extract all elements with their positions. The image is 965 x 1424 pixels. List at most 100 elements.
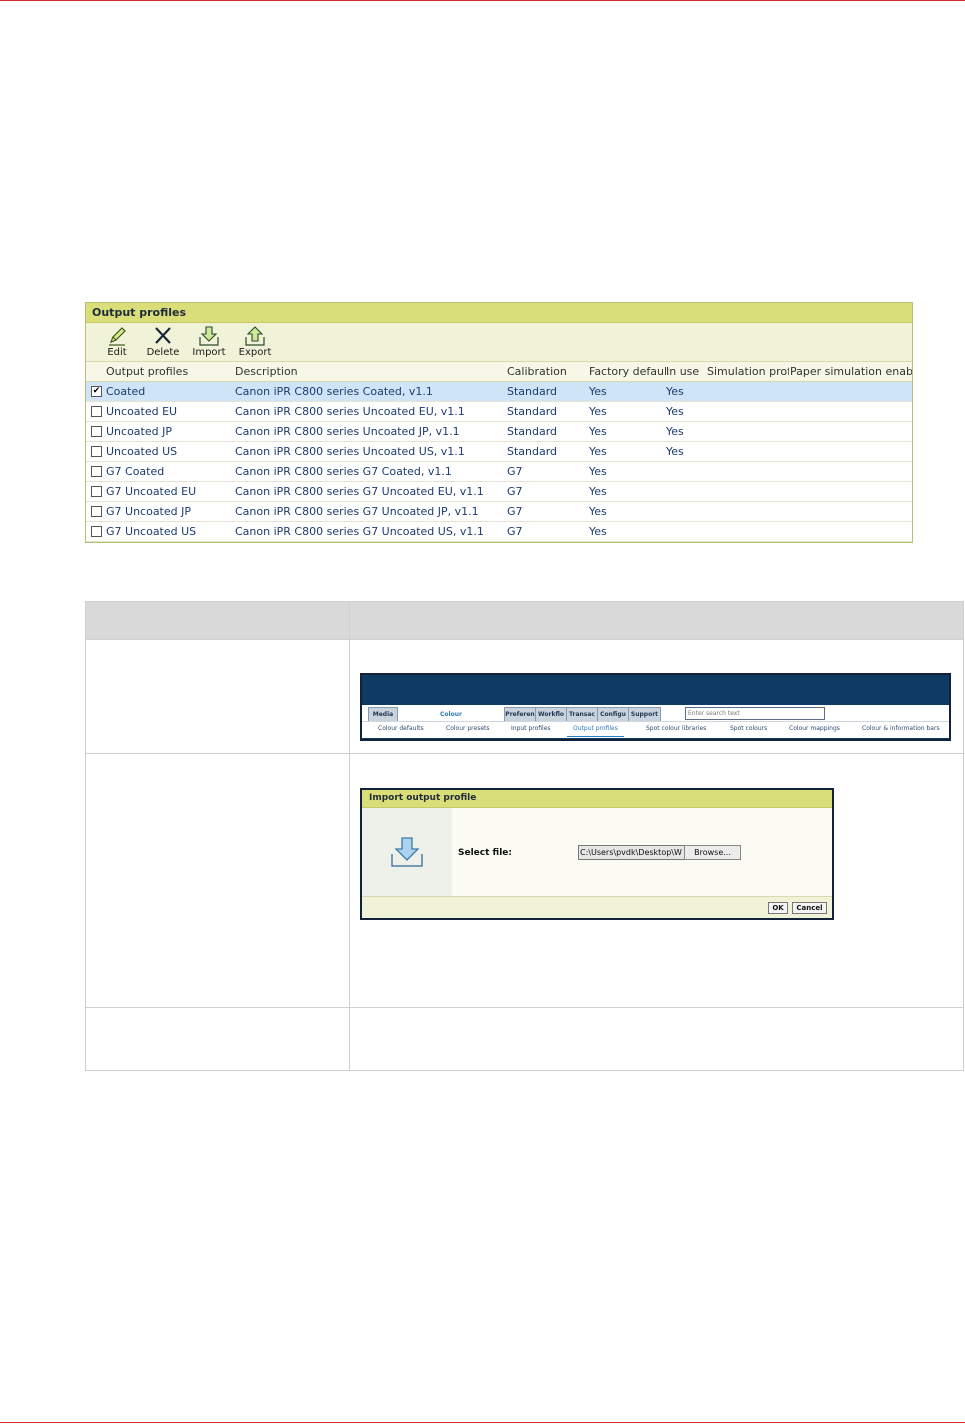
subtab-colour-information-bars[interactable]: Colour & information bars	[862, 722, 940, 736]
table-row[interactable]: G7 Coated Canon iPR C800 series G7 Coated…	[86, 462, 912, 482]
toolbar: Edit Delete Import Export	[86, 323, 912, 362]
cell-name: G7 Uncoated JP	[106, 505, 191, 518]
export-icon	[245, 326, 265, 346]
key-operator-link[interactable]: Key operator	[899, 707, 938, 720]
sub-tab-bar: Colour defaults Colour presets Input pro…	[362, 721, 949, 738]
table-row[interactable]: G7 Uncoated EU Canon iPR C800 series G7 U…	[86, 482, 912, 502]
table-row[interactable]: Uncoated EU Canon iPR C800 series Uncoate…	[86, 402, 912, 422]
subtab-output-profiles[interactable]: Output profiles	[567, 722, 624, 737]
dialog-footer: OK Cancel	[362, 896, 832, 918]
tab-support[interactable]: Support	[628, 707, 661, 722]
subtab-spot-colour-libraries[interactable]: Spot colour libraries	[646, 722, 706, 736]
import-dialog: Import output profile Select file: C:\Us…	[360, 788, 834, 920]
export-label: Export	[238, 347, 272, 358]
cell-in-use: Yes	[666, 445, 684, 458]
select-file-label: Select file:	[458, 848, 513, 858]
cell-description: Canon iPR C800 series Coated, v1.1	[235, 385, 433, 398]
ok-button[interactable]: OK	[768, 902, 788, 914]
delete-x-icon	[155, 327, 171, 344]
row-checkbox[interactable]: ✔	[91, 386, 102, 397]
row-checkbox[interactable]	[91, 486, 102, 497]
table-cell	[85, 639, 350, 754]
cell-description: Canon iPR C800 series G7 Uncoated JP, v1…	[235, 505, 479, 518]
column-header[interactable]: In use	[666, 362, 706, 381]
table-cell	[85, 1007, 350, 1071]
cancel-button[interactable]: Cancel	[792, 902, 827, 914]
subtab-input-profiles[interactable]: Input profiles	[511, 722, 551, 736]
column-header[interactable]: Calibration	[507, 362, 585, 381]
cell-name: Uncoated JP	[106, 425, 172, 438]
cell-factory-default: Yes	[589, 405, 607, 418]
cell-in-use: Yes	[666, 425, 684, 438]
column-header-row: Output profiles Description Calibration …	[86, 362, 912, 382]
cell-factory-default: Yes	[589, 425, 607, 438]
delete-label: Delete	[146, 347, 180, 358]
cell-calibration: Standard	[507, 405, 558, 418]
dialog-title: Import output profile	[362, 790, 832, 808]
tab-media[interactable]: Media	[368, 707, 398, 722]
cell-factory-default: Yes	[589, 445, 607, 458]
table-row[interactable]: ✔ Coated Canon iPR C800 series Coated, v1.…	[86, 382, 912, 402]
table-row	[85, 1007, 964, 1071]
table-row[interactable]: Uncoated US Canon iPR C800 series Uncoate…	[86, 442, 912, 462]
cell-in-use: Yes	[666, 405, 684, 418]
panel-title: Output profiles	[86, 303, 912, 323]
row-checkbox[interactable]	[91, 406, 102, 417]
import-label: Import	[192, 347, 226, 358]
column-header[interactable]: Output profiles	[106, 362, 230, 381]
subtab-colour-mappings[interactable]: Colour mappings	[789, 722, 840, 736]
cell-description: Canon iPR C800 series Uncoated US, v1.1	[235, 445, 465, 458]
tab-colour[interactable]: Colour	[398, 707, 504, 722]
table-cell	[85, 753, 350, 1008]
file-path-input[interactable]: C:\Users\pvdk\Desktop\W	[578, 845, 685, 860]
profiles-list: ✔ Coated Canon iPR C800 series Coated, v1.…	[86, 382, 912, 542]
cell-factory-default: Yes	[589, 465, 607, 478]
page-top-rule	[0, 0, 965, 1]
cell-description: Canon iPR C800 series Uncoated EU, v1.1	[235, 405, 465, 418]
tab-workflow[interactable]: Workflo	[535, 707, 567, 722]
row-checkbox[interactable]	[91, 526, 102, 537]
column-header[interactable]: Description	[235, 362, 503, 381]
table-row[interactable]: Uncoated JP Canon iPR C800 series Uncoate…	[86, 422, 912, 442]
dialog-icon-panel	[362, 808, 452, 896]
tab-configuration[interactable]: Configu	[597, 707, 629, 722]
row-checkbox[interactable]	[91, 426, 102, 437]
column-header[interactable]: Simulation profil	[707, 362, 789, 381]
table-row[interactable]: G7 Uncoated JP Canon iPR C800 series G7 U…	[86, 502, 912, 522]
remote-manager-link[interactable]: Remote Manager	[829, 707, 880, 720]
cell-factory-default: Yes	[589, 505, 607, 518]
import-icon	[391, 837, 423, 867]
subtab-spot-colours[interactable]: Spot colours	[730, 722, 767, 736]
cell-name: G7 Coated	[106, 465, 165, 478]
search-input[interactable]: Enter search text	[685, 707, 825, 720]
row-checkbox[interactable]	[91, 466, 102, 477]
tab-transactions[interactable]: Transac	[566, 707, 598, 722]
row-checkbox[interactable]	[91, 506, 102, 517]
subtab-colour-defaults[interactable]: Colour defaults	[378, 722, 424, 736]
cell-calibration: Standard	[507, 445, 558, 458]
cell-description: Canon iPR C800 series Uncoated JP, v1.1	[235, 425, 460, 438]
cell-name: G7 Uncoated EU	[106, 485, 197, 498]
import-button[interactable]: Import	[186, 325, 232, 361]
table-header-cell	[349, 601, 964, 640]
cell-calibration: G7	[507, 505, 523, 518]
export-button[interactable]: Export	[232, 325, 278, 361]
page-bottom-rule	[0, 1422, 965, 1423]
cell-factory-default: Yes	[589, 525, 607, 538]
row-checkbox[interactable]	[91, 446, 102, 457]
cell-description: Canon iPR C800 series G7 Coated, v1.1	[235, 465, 452, 478]
column-header[interactable]: Paper simulation enabled	[790, 362, 912, 381]
cell-name: Uncoated US	[106, 445, 178, 458]
delete-button[interactable]: Delete	[140, 325, 186, 361]
cell-calibration: G7	[507, 465, 523, 478]
subtab-colour-presets[interactable]: Colour presets	[446, 722, 490, 736]
column-header[interactable]: Factory default	[589, 362, 666, 381]
tab-preferences[interactable]: Preferen	[504, 707, 536, 722]
cell-calibration: G7	[507, 485, 523, 498]
table-row[interactable]: G7 Uncoated US Canon iPR C800 series G7 U…	[86, 522, 912, 542]
cell-factory-default: Yes	[589, 485, 607, 498]
table-cell	[349, 1007, 964, 1071]
cell-factory-default: Yes	[589, 385, 607, 398]
edit-button[interactable]: Edit	[94, 325, 140, 361]
browse-button[interactable]: Browse...	[684, 845, 741, 860]
